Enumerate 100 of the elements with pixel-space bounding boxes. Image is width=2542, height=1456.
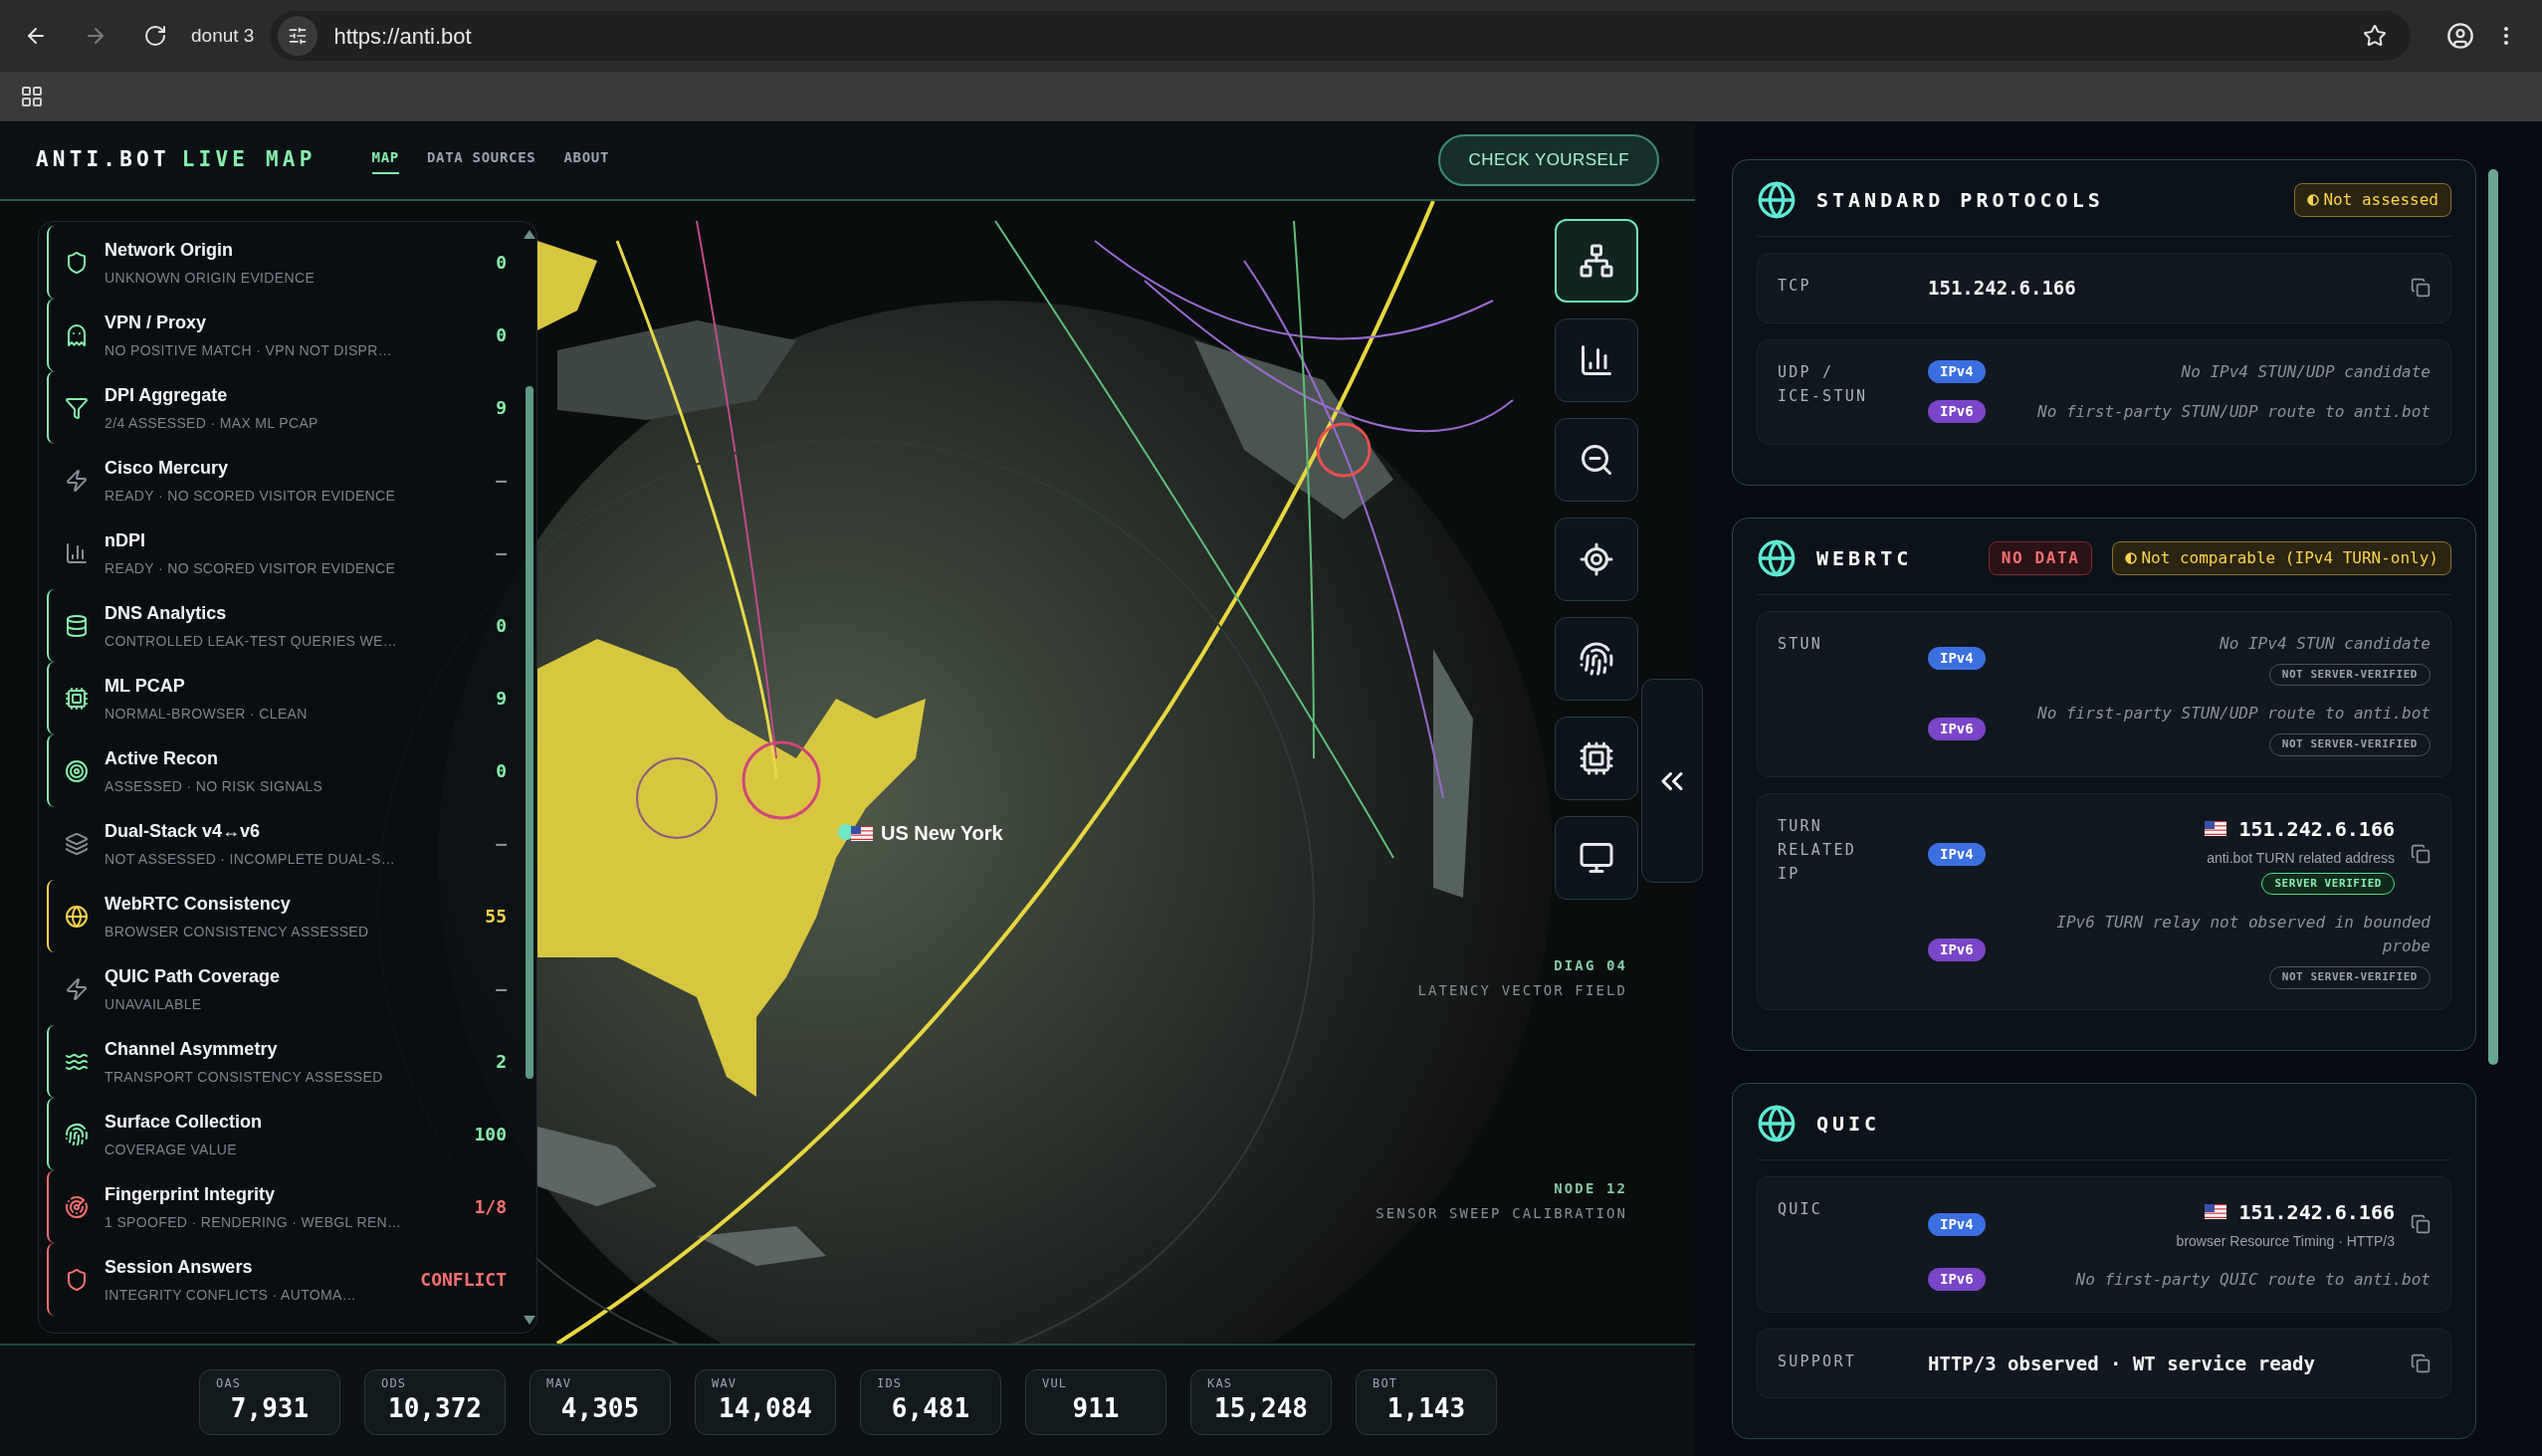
signal-detail: INTEGRITY CONFLICTS · AUTOMA… xyxy=(105,1285,358,1305)
ip-version-tag: IPv4 xyxy=(1928,360,1986,383)
verification-tag: SERVER VERIFIED xyxy=(2261,872,2395,895)
signal-name: DPI Aggregate xyxy=(105,383,229,407)
signal-name: ML PCAP xyxy=(105,674,186,698)
signal-score: 0 xyxy=(496,251,507,275)
stat-label: BOT xyxy=(1373,1375,1399,1392)
logo-accent: LIVE MAP xyxy=(181,146,317,174)
signal-name: Active Recon xyxy=(105,746,220,770)
value-text: HTTP/3 observed · WT service ready xyxy=(1928,1351,2316,1376)
signal-score: 0 xyxy=(496,323,507,347)
address-bar[interactable]: https://anti.bot xyxy=(270,11,2411,61)
signal-row[interactable]: VPN / Proxy NO POSITIVE MATCH · VPN NOT DISPR… 0 xyxy=(47,299,523,371)
signal-name: Channel Asymmetry xyxy=(105,1037,279,1061)
status-note: No IPv4 STUN/UDP candidate xyxy=(2181,360,2431,383)
signal-detail: CONTROLLED LEAK-TEST QUERIES WE… xyxy=(105,631,399,651)
stat-label: VUL xyxy=(1042,1375,1069,1392)
location-label: US New York xyxy=(881,821,1003,846)
stat-value: 14,084 xyxy=(718,1392,813,1425)
stat-value: 6,481 xyxy=(890,1392,971,1425)
ip-version-tag: IPv6 xyxy=(1928,937,1986,961)
signal-detail: 1 SPOOFED · RENDERING · WEBGL REN… xyxy=(105,1212,403,1232)
signal-score: CONFLICT xyxy=(420,1268,507,1292)
ip-address: 151.242.6.166 xyxy=(2238,1198,2395,1226)
signal-score: 2 xyxy=(496,1050,507,1074)
signal-row[interactable]: Network Origin UNKNOWN ORIGIN EVIDENCE 0 xyxy=(47,226,523,299)
value-text: 151.242.6.166 xyxy=(1928,276,2077,301)
signal-score: 1/8 xyxy=(474,1195,507,1219)
signal-name: nDPI xyxy=(105,528,146,552)
signal-detail: BROWSER CONSISTENCY ASSESSED xyxy=(105,922,370,941)
row-label: STUN xyxy=(1778,633,1824,655)
nav-tab[interactable]: DATA SOURCES xyxy=(426,146,536,174)
signal-row[interactable]: Channel Asymmetry TRANSPORT CONSISTENCY ASSESSED 2 xyxy=(47,1025,523,1098)
tab-title[interactable]: donut 3 xyxy=(191,21,255,51)
signal-score: — xyxy=(496,469,507,493)
signal-score: — xyxy=(496,832,507,856)
signal-detail: READY · NO SCORED VISITOR EVIDENCE xyxy=(105,558,397,578)
check-yourself-button[interactable]: CHECK YOURSELF xyxy=(1438,134,1659,186)
ip-version-tag: IPv6 xyxy=(1928,1268,1986,1291)
stat-label: ODS xyxy=(381,1375,408,1392)
signal-name: Dual-Stack v4↔v6 xyxy=(105,819,262,843)
signal-detail: TRANSPORT CONSISTENCY ASSESSED xyxy=(105,1067,384,1087)
signal-score: 100 xyxy=(474,1123,507,1146)
signal-row[interactable]: Cisco Mercury READY · NO SCORED VISITOR EVIDENCE — xyxy=(47,444,523,517)
diagnostic-caption: LATENCY VECTOR FIELD xyxy=(1417,981,1627,1000)
signal-row[interactable]: QUIC Path Coverage UNAVAILABLE — xyxy=(47,952,523,1025)
signal-score: 9 xyxy=(496,687,507,711)
row-label: SUPPORT xyxy=(1778,1351,1857,1372)
stat-label: MAV xyxy=(546,1375,573,1392)
stat-value: 911 xyxy=(1071,1392,1121,1425)
card-title: QUIC xyxy=(1816,1110,1882,1138)
signal-row[interactable]: Fingerprint Integrity 1 SPOOFED · RENDERING · WEBGL REN… 1/8 xyxy=(47,1170,523,1243)
ip-version-tag: IPv6 xyxy=(1928,400,1986,423)
signal-detail: ASSESSED · NO RISK SIGNALS xyxy=(105,776,324,796)
signal-row[interactable]: nDPI READY · NO SCORED VISITOR EVIDENCE — xyxy=(47,517,523,589)
stat-value: 7,931 xyxy=(229,1392,311,1425)
signal-row[interactable]: Session Answers INTEGRITY CONFLICTS · AUTOMA… CONFLICT xyxy=(47,1243,523,1316)
signal-score: 0 xyxy=(496,759,507,783)
logo: ANTI.BOT xyxy=(36,146,170,174)
status-note: IPv6 TURN relay not observed in bounded probe xyxy=(2055,912,2431,957)
ip-version-tag: IPv4 xyxy=(1928,842,1986,866)
status-note: No first-party STUN/UDP route to anti.bot xyxy=(2037,703,2431,725)
signal-name: DNS Analytics xyxy=(105,601,228,625)
nav-tab[interactable]: ABOUT xyxy=(563,146,610,174)
stat-label: WAV xyxy=(712,1375,739,1392)
signal-detail: 2/4 ASSESSED · MAX ML PCAP xyxy=(105,413,319,433)
signal-detail: UNAVAILABLE xyxy=(105,994,203,1014)
signal-row[interactable]: ML PCAP NORMAL-BROWSER · CLEAN 9 xyxy=(47,662,523,734)
card-title: STANDARD PROTOCOLS xyxy=(1816,187,2105,214)
signal-row[interactable]: Surface Collection COVERAGE VALUE 100 xyxy=(47,1098,523,1170)
signal-detail: READY · NO SCORED VISITOR EVIDENCE xyxy=(105,486,397,506)
nav-tab[interactable]: MAP xyxy=(371,146,399,174)
stat-label: IDS xyxy=(877,1375,904,1392)
ip-address: 151.242.6.166 xyxy=(2238,815,2395,843)
signal-score: 9 xyxy=(496,396,507,420)
signal-score: — xyxy=(496,541,507,565)
row-label: TURN RELATED IP xyxy=(1778,815,1857,885)
signal-name: WebRTC Consistency xyxy=(105,892,292,916)
status-note: No first-party QUIC route to anti.bot xyxy=(2075,1268,2431,1291)
address-caption: browser Resource Timing · HTTP/3 xyxy=(2176,1231,2395,1251)
row-label: UDP / ICE-STUN xyxy=(1778,361,1869,407)
signal-score: 0 xyxy=(496,614,507,638)
stat-value: 15,248 xyxy=(1213,1392,1309,1425)
diagnostic-code: DIAG 04 xyxy=(1554,956,1627,975)
diagnostic-code: NODE 12 xyxy=(1554,1179,1627,1198)
signal-row[interactable]: WebRTC Consistency BROWSER CONSISTENCY ASSESSED 55 xyxy=(47,880,523,952)
status-note: No IPv4 STUN candidate xyxy=(2220,632,2431,655)
signal-name: Fingerprint Integrity xyxy=(105,1182,276,1206)
card-title: WEBRTC xyxy=(1816,544,1914,572)
address-caption: anti.bot TURN related address xyxy=(2207,848,2395,868)
row-label: TCP xyxy=(1778,276,1812,297)
signal-row[interactable]: DPI Aggregate 2/4 ASSESSED · MAX ML PCAP 9 xyxy=(47,371,523,444)
signal-detail: NORMAL-BROWSER · CLEAN xyxy=(105,704,309,724)
signal-score: — xyxy=(496,977,507,1001)
signal-row[interactable]: Active Recon ASSESSED · NO RISK SIGNALS 0 xyxy=(47,734,523,807)
signal-row[interactable]: Dual-Stack v4↔v6 NOT ASSESSED · INCOMPLETE DUAL-S… — xyxy=(47,807,523,880)
signal-row[interactable]: DNS Analytics CONTROLLED LEAK-TEST QUERIES WE… 0 xyxy=(47,589,523,662)
signal-detail: NOT ASSESSED · INCOMPLETE DUAL-S… xyxy=(105,849,397,869)
stat-label: OAS xyxy=(216,1375,243,1392)
signal-score: 55 xyxy=(485,905,507,929)
